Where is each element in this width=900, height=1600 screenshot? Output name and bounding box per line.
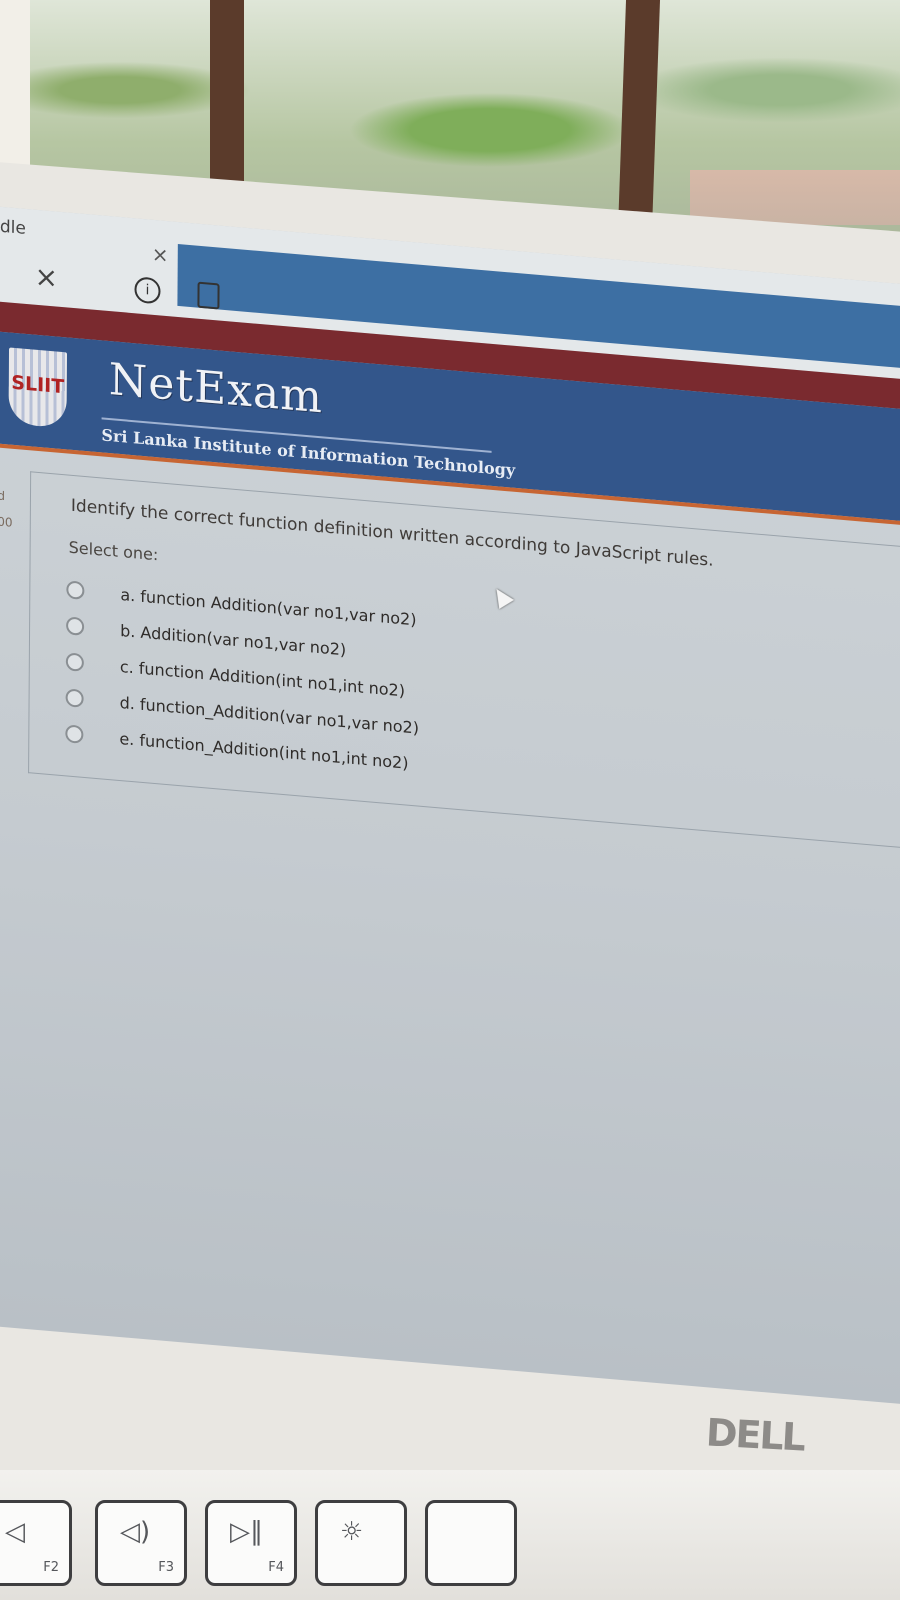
dell-logo: DELL <box>704 1410 806 1460</box>
page-icon[interactable] <box>197 281 220 310</box>
key-label: F4 <box>268 1560 284 1575</box>
keyboard-deck: ◁ F2 ◁) F3 ▷∥ F4 ☼ <box>0 1470 900 1600</box>
volume-up-icon: ◁) <box>120 1517 151 1547</box>
tab-title[interactable]: dle <box>0 217 26 239</box>
f2-key[interactable]: ◁ F2 <box>0 1500 72 1586</box>
tab-close-icon[interactable]: × <box>152 242 169 267</box>
radio-button[interactable] <box>66 580 85 600</box>
question-text: Identify the correct function definition… <box>70 495 714 571</box>
site-info-icon[interactable]: i <box>134 276 161 305</box>
radio-button[interactable] <box>66 616 85 636</box>
logo-text: SLIIT <box>11 371 65 399</box>
volume-down-icon: ◁ <box>5 1517 25 1547</box>
key-label: F3 <box>158 1560 174 1575</box>
f5-key[interactable]: ☼ <box>315 1500 407 1586</box>
key-label: F2 <box>43 1560 59 1575</box>
laptop-screen: dle × × i SLIIT NetExam Sri Lanka Instit… <box>0 205 900 1407</box>
f4-key[interactable]: ▷∥ F4 <box>205 1500 297 1586</box>
radio-button[interactable] <box>65 652 84 672</box>
brightness-icon: ☼ <box>340 1517 364 1547</box>
select-one-label: Select one: <box>68 537 159 565</box>
stop-loading-icon[interactable]: × <box>34 260 58 295</box>
radio-button[interactable] <box>65 724 84 744</box>
question-box: Identify the correct function definition… <box>28 471 900 852</box>
background-roof <box>690 170 900 225</box>
radio-button[interactable] <box>65 688 84 708</box>
answer-options: a. function Addition(var no1,var no2) b.… <box>65 571 420 781</box>
window-frame <box>617 0 661 230</box>
f6-key[interactable] <box>425 1500 517 1586</box>
sliit-logo: SLIIT <box>8 347 68 429</box>
f3-key[interactable]: ◁) F3 <box>95 1500 187 1586</box>
play-pause-icon: ▷∥ <box>230 1517 263 1547</box>
